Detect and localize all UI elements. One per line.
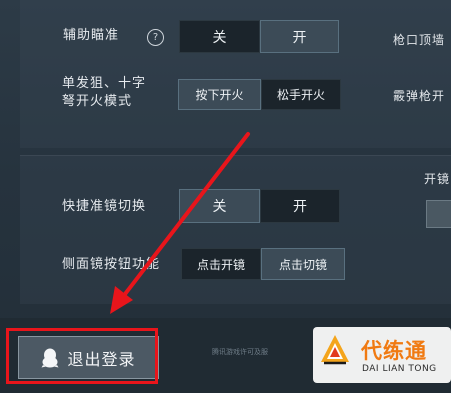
quick-scope-switch-toggle: 关 开 [179, 189, 340, 223]
aim-assist-toggle: 关 开 [179, 20, 339, 53]
watermark-title: 代练通 [361, 339, 427, 363]
aim-assist-label: 辅助瞄准 [63, 28, 120, 43]
license-notice-text[interactable]: 腾讯游戏许可及服 [212, 347, 268, 357]
fire-on-press-option[interactable]: 按下开火 [178, 79, 261, 110]
quick-scope-switch-label: 快捷准镜切换 [62, 199, 147, 214]
fire-mode-label-line2: 弩开火模式 [62, 94, 133, 109]
watermark-subtitle: DAI LIAN TONG [362, 364, 437, 374]
open-scope-control[interactable] [426, 200, 451, 228]
open-scope-label: 开镜 [424, 172, 451, 186]
settings-panel-middle [20, 155, 451, 304]
click-open-scope-option[interactable]: 点击开镜 [181, 248, 261, 280]
annotation-highlight-box [6, 328, 158, 384]
fire-mode-toggle: 按下开火 松手开火 [178, 79, 341, 110]
aim-assist-off-option[interactable]: 关 [179, 20, 260, 53]
daliantong-logo-icon [321, 335, 349, 365]
fire-mode-label-line1: 单发狙、十字 [62, 76, 147, 91]
fire-on-release-option[interactable]: 松手开火 [261, 79, 341, 110]
watermark-badge: 代练通 DAI LIAN TONG [313, 327, 451, 383]
muzzle-wall-label: 枪口顶墙 [393, 33, 446, 47]
question-circle-icon[interactable]: ? [147, 29, 164, 46]
side-scope-button-label: 侧面镜按钮功能 [62, 257, 161, 272]
side-scope-button-toggle: 点击开镜 点击切镜 [181, 248, 345, 280]
click-switch-scope-option[interactable]: 点击切镜 [261, 248, 345, 280]
aim-assist-on-option[interactable]: 开 [260, 20, 339, 53]
shotgun-fire-label: 霰弹枪开 [393, 89, 446, 103]
quick-scope-on-option[interactable]: 开 [260, 189, 340, 223]
quick-scope-off-option[interactable]: 关 [179, 189, 260, 223]
